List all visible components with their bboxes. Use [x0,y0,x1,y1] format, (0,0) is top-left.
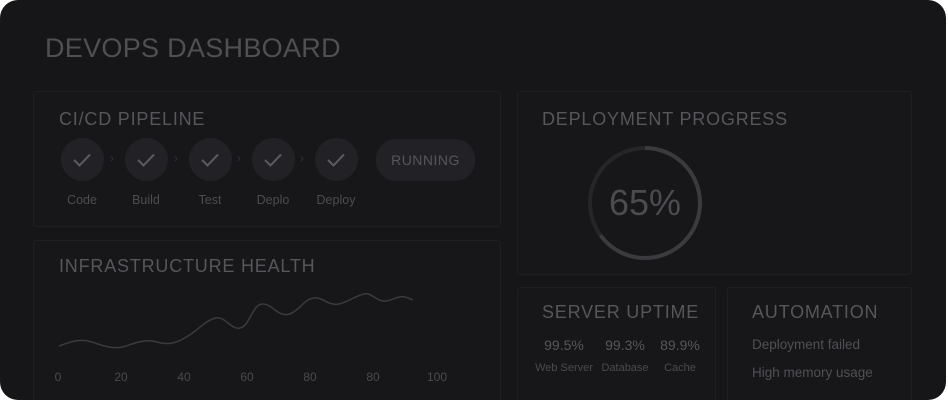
x-axis-tick: 20 [114,370,128,384]
uptime-value: 89.9% [660,337,700,353]
x-axis-tick: 100 [427,370,447,384]
dashboard-app: DEVOPS DASHBOARD CI/CD PIPELINE Code › B… [0,0,946,400]
uptime-value: 99.5% [544,337,584,353]
automation-title: AUTOMATION [752,302,879,322]
health-line [58,293,414,349]
uptime-title: SERVER UPTIME [542,302,700,322]
uptime-label: Web Server [535,362,593,374]
automation-alert-item[interactable]: High memory usage [752,365,873,380]
progress-percentage: 65% [608,182,682,223]
x-axis-tick: 0 [55,370,62,384]
x-axis-tick: 80 [366,370,380,384]
x-axis-tick: 40 [177,370,191,384]
automation-alert-item[interactable]: Deployment failed [752,337,860,352]
x-axis-tick: 80 [303,370,317,384]
uptime-label: Cache [664,362,696,374]
uptime-web-server: 99.5% Web Server [529,337,599,374]
x-axis-tick: 60 [240,370,254,384]
uptime-cache: 89.9% Cache [645,337,715,374]
deployment-title: DEPLOYMENT PROGRESS [542,109,788,129]
